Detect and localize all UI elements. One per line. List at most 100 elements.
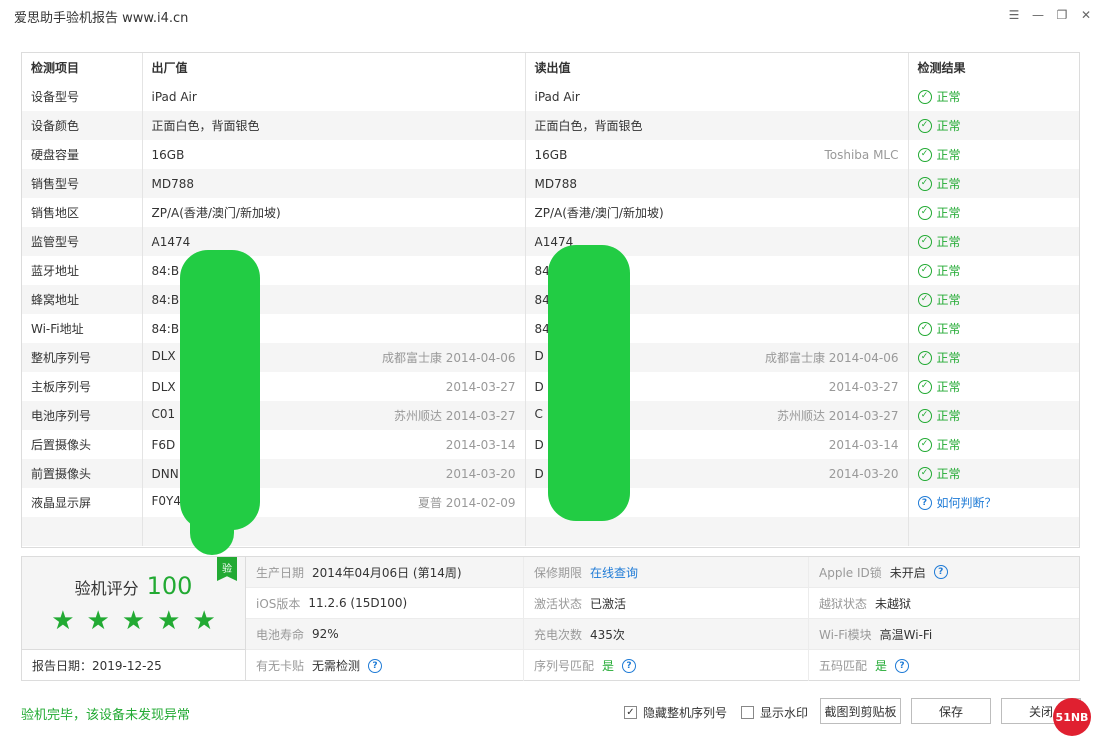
help-icon[interactable]: ?	[368, 658, 383, 673]
table-row: 销售地区 ZP/A(香港/澳门/新加坡) ZP/A(香港/澳门/新加坡) ✓ 正常	[22, 198, 1079, 227]
cell-factory: 正面白色，背面银色	[142, 111, 526, 140]
info-value: 11.2.6 (15D100)	[308, 596, 408, 610]
result-text: 正常	[936, 90, 961, 104]
score-area: 验机评分 100 ★ ★ ★ ★ ★ 验 报告日期：2019-12-25	[22, 557, 246, 680]
footer-bar: 验机完毕，该设备未发现异常 ✓ 隐藏整机序列号 显示水印 截图到剪贴板 保存 关…	[0, 694, 1101, 736]
minimize-icon[interactable]: —	[1029, 6, 1047, 24]
star-icon: ★	[86, 606, 110, 636]
online-query-link[interactable]: 在线查询	[590, 564, 638, 581]
cell-item: 液晶显示屏	[22, 488, 143, 517]
redaction-mark	[190, 500, 234, 555]
cell-factory: ZP/A(香港/澳门/新加坡)	[142, 198, 526, 227]
help-icon[interactable]: ?	[895, 658, 910, 673]
header-read: 读出值	[525, 53, 909, 82]
factory-value: 84:B	[151, 292, 180, 307]
info-key: 越狱状态	[819, 596, 868, 611]
header-result: 检测结果	[917, 61, 966, 75]
info-key: 五码匹配	[819, 659, 868, 673]
result-ok: ✓ 正常	[917, 349, 1071, 366]
help-icon[interactable]: ?	[933, 565, 948, 579]
hide-serial-checkbox[interactable]: ✓ 隐藏整机序列号	[624, 704, 727, 721]
result-text: 正常	[936, 351, 961, 365]
cell-item: Wi-Fi地址	[22, 314, 143, 343]
table-row: 监管型号 A1474 A1474 ✓ 正常	[22, 227, 1079, 256]
factory-value: DLX	[151, 349, 176, 363]
cell-result: ✓ 正常	[908, 285, 1079, 314]
cell-result: ✓ 正常	[908, 459, 1079, 488]
cell-result: ✓ 正常	[908, 198, 1079, 227]
result-text: 正常	[936, 119, 961, 133]
info-key: Apple ID锁	[819, 565, 882, 580]
read-note: 成都富士康 2014-04-06	[764, 351, 899, 365]
menu-icon[interactable]: ☰	[1005, 6, 1023, 24]
info-key: 激活状态	[534, 596, 583, 611]
star-icon: ★	[121, 606, 146, 636]
help-icon: ?	[917, 495, 932, 510]
header-factory: 出厂值	[142, 53, 526, 82]
status-text: 验机完毕，该设备未发现异常	[21, 708, 191, 723]
result-ok: ✓ 正常	[917, 262, 1071, 279]
check-circle-icon: ✓	[917, 321, 932, 336]
read-note: 苏州顺达 2014-03-27	[776, 409, 899, 423]
close-icon[interactable]: ✕	[1077, 6, 1095, 24]
cell-result: ✓ 正常	[908, 111, 1079, 140]
factory-value: DLX	[151, 379, 176, 394]
help-icon[interactable]: ?	[622, 658, 637, 673]
info-cell: iOS版本 11.2.6 (15D100)	[246, 588, 524, 619]
result-ok: ✓ 正常	[917, 233, 1071, 250]
read-value: C	[534, 407, 543, 421]
how-to-judge-link[interactable]: ? 如何判断？	[917, 494, 1071, 511]
show-watermark-checkbox[interactable]: 显示水印	[741, 704, 808, 721]
info-cell: 充电次数 435次	[524, 619, 809, 650]
cell-read: 正面白色，背面银色	[525, 111, 909, 140]
result-ok: ✓ 正常	[917, 291, 1071, 308]
info-key: Wi-Fi模块	[819, 627, 872, 642]
checkbox-unchecked-icon[interactable]	[741, 706, 754, 719]
info-cell: 保修期限 在线查询	[524, 557, 809, 588]
cell-factory: MD788	[142, 169, 526, 198]
restore-icon[interactable]: ❐	[1053, 6, 1071, 24]
check-circle-icon: ✓	[917, 263, 932, 278]
read-note: Toshiba MLC	[824, 147, 899, 162]
header-item: 检测项目	[22, 53, 143, 82]
info-value: 2014年04月06日 (第14周)	[312, 565, 462, 580]
info-cell: Wi-Fi模块 高温Wi-Fi	[809, 619, 1079, 650]
table-row: 设备颜色 正面白色，背面银色 正面白色，背面银色 ✓ 正常	[22, 111, 1079, 140]
info-value: 未开启	[889, 565, 926, 580]
cell-result: ✓ 正常	[908, 430, 1079, 459]
result-text: 正常	[936, 177, 961, 191]
factory-value: C01	[151, 407, 176, 421]
info-value: 未越狱	[875, 596, 912, 611]
score-label: 验机评分	[74, 579, 139, 598]
info-key: 有无卡贴	[256, 659, 305, 673]
factory-note: 2014-03-27	[445, 379, 516, 394]
copy-screenshot-button[interactable]: 截图到剪贴板	[820, 698, 901, 724]
info-cell: Apple ID锁 未开启?	[809, 557, 1079, 588]
cell-result: ✓ 正常	[908, 169, 1079, 198]
info-value: 是	[875, 659, 888, 673]
cell-item: 硬盘容量	[22, 140, 143, 169]
check-circle-icon: ✓	[917, 176, 932, 191]
cell-item: 电池序列号	[22, 401, 143, 430]
check-circle-icon: ✓	[917, 466, 932, 481]
result-text: 正常	[936, 206, 961, 220]
cell-factory: iPad Air	[142, 82, 526, 111]
read-note: 2014-03-20	[828, 466, 899, 481]
cell-read: MD788	[525, 169, 909, 198]
check-circle-icon: ✓	[917, 118, 932, 133]
check-circle-icon: ✓	[917, 234, 932, 249]
star-icon: ★	[157, 606, 181, 636]
cell-item: 蜂窝地址	[22, 285, 143, 314]
info-value: 是	[602, 659, 615, 673]
star-icon: ★	[192, 606, 216, 636]
result-text: 正常	[936, 467, 961, 481]
save-button[interactable]: 保存	[911, 698, 991, 724]
result-text: 正常	[936, 235, 961, 249]
window-controls: ☰ — ❐ ✕	[1005, 6, 1095, 24]
cell-item: 销售型号	[22, 169, 143, 198]
checkbox-checked-icon[interactable]: ✓	[624, 706, 637, 719]
cell-item: 销售地区	[22, 198, 143, 227]
factory-value: 16GB	[151, 147, 185, 162]
table-row: 硬盘容量 16GB 16GB Toshiba MLC ✓ 正常	[22, 140, 1079, 169]
result-text: 正常	[936, 380, 961, 394]
